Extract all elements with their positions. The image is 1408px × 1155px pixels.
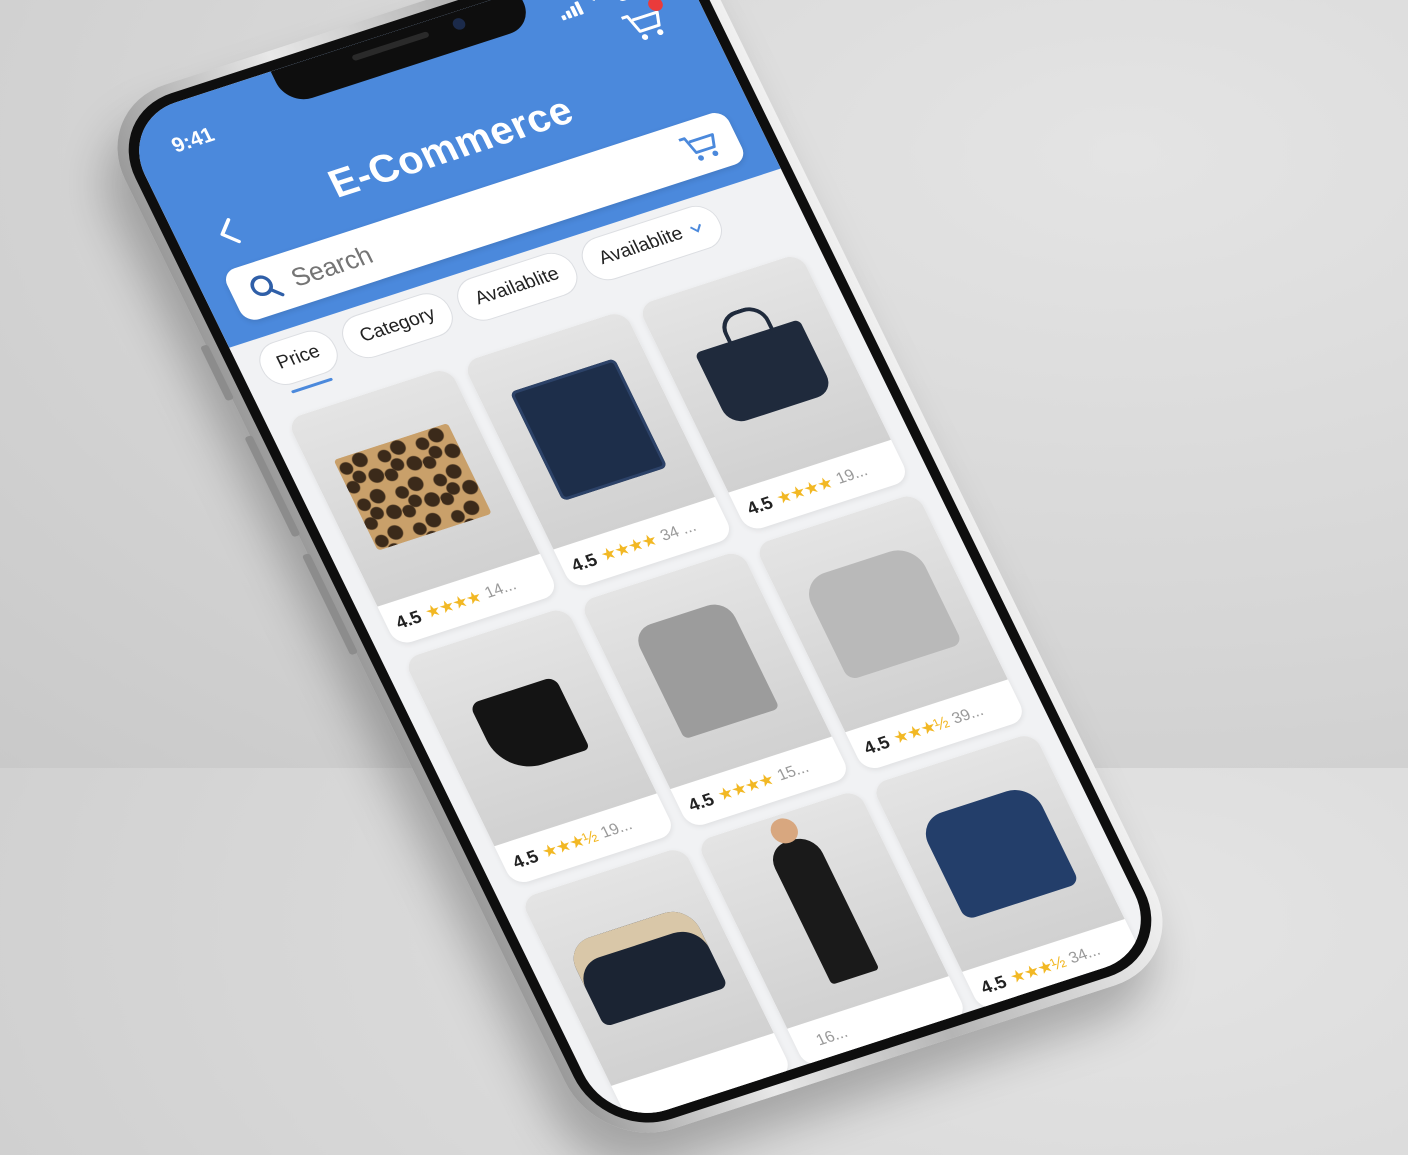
tote-bag-image [694, 319, 835, 426]
star-rating-icon: ★★★★ [773, 473, 836, 508]
review-count: 34... [1066, 942, 1104, 968]
rating-value: 4.5 [684, 788, 718, 815]
review-count: 39... [949, 702, 987, 728]
model-image [765, 833, 880, 985]
review-count: 16... [813, 1024, 851, 1050]
filter-label: Availablite [595, 223, 687, 269]
star-rating-icon: ★★★½ [889, 713, 952, 748]
cart-button[interactable] [618, 0, 671, 46]
review-count: 15... [774, 759, 812, 785]
search-icon [250, 275, 285, 297]
product-grid: 4.5 ★★★★ 14... 4.5 ★★★★ 34 ... 4.5 ★★★★ [286, 252, 1145, 1126]
star-rating-icon: ★★★★ [714, 769, 777, 805]
rating-value: 4.5 [860, 731, 893, 758]
filter-label: Category [356, 303, 439, 347]
rating-value: 4.5 [392, 606, 425, 633]
boot-image [469, 676, 591, 777]
phone: 9:41 E-Commerce Search Price Category Av… [90, 0, 1190, 1153]
denim-item-image [509, 358, 668, 502]
battery-icon [613, 0, 651, 3]
coat-image [631, 599, 780, 740]
rating-value: 4.5 [743, 492, 776, 519]
cart-icon [620, 10, 664, 40]
star-rating-icon: ★★★★ [421, 587, 485, 623]
rating-value: 4.5 [508, 845, 542, 872]
filter-label: Price [273, 341, 324, 374]
star-rating-icon: ★★★★ [597, 530, 661, 566]
review-count: 14... [482, 576, 520, 602]
rating-value: 4.5 [977, 971, 1010, 998]
review-count: 19... [833, 462, 871, 488]
status-time: 9:41 [167, 123, 219, 158]
rating-value: 4.5 [567, 549, 601, 576]
hoodie-image [799, 543, 963, 681]
leopard-print-image [333, 422, 493, 551]
front-camera [450, 16, 468, 32]
wifi-icon [587, 0, 613, 11]
navy-jacket-image [916, 783, 1080, 921]
chevron-down-icon [689, 223, 701, 233]
filter-label: Availablite [471, 263, 563, 310]
review-count: 19... [597, 816, 636, 842]
star-rating-icon: ★★★½ [538, 827, 601, 862]
shearling-jacket-image [565, 905, 729, 1027]
screen: 9:41 E-Commerce Search Price Category Av… [118, 0, 1162, 1129]
review-count: 34 ... [657, 518, 700, 545]
signal-icon [555, 0, 586, 21]
